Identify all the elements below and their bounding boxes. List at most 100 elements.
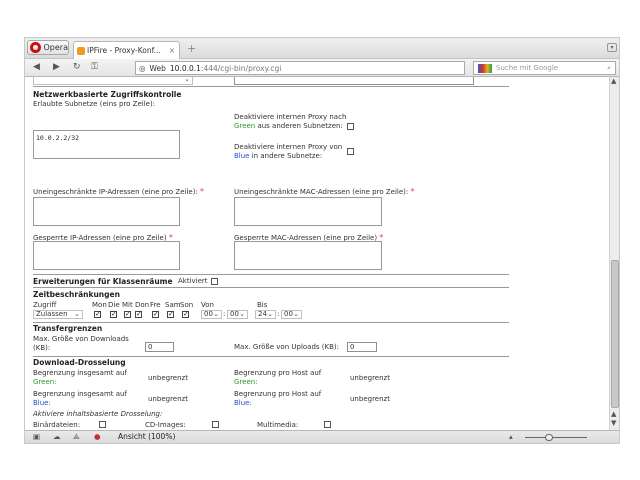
day-die-label: Die [108, 301, 120, 309]
ipfire-favicon-icon [77, 46, 85, 55]
search-field[interactable]: Suche mit Google ⌕ [473, 61, 616, 75]
binaries-checkbox[interactable] [99, 421, 106, 428]
reload-icon[interactable]: ↻ [73, 62, 81, 72]
to-hour-select[interactable]: 24 ⌄ [255, 310, 276, 319]
zoom-label[interactable]: Ansicht (100%) [118, 432, 175, 441]
access-select[interactable]: Zulassen ⌄ [33, 310, 83, 319]
transfer-section-title: Transfergrenzen [33, 324, 103, 333]
disable-blue-checkbox[interactable] [347, 148, 354, 155]
unite-icon[interactable]: ⟁ [73, 432, 80, 442]
blocked-ip-textarea[interactable] [33, 241, 180, 270]
unrestricted-ip-textarea[interactable] [33, 197, 180, 226]
day-sam-checkbox[interactable]: ✓ [167, 311, 174, 318]
time-section-title: Zeitbeschränkungen [33, 290, 120, 299]
throttle-green-host-label: Begrenzung pro Host auf Green: [234, 369, 322, 386]
google-search-engine-icon[interactable] [478, 63, 492, 73]
opera-logo-icon [30, 42, 41, 53]
cd-images-checkbox[interactable] [212, 421, 219, 428]
unrestricted-ip-label: Uneingeschränkte IP-Adressen (eine pro Z… [33, 187, 205, 196]
to-hour-value: 24 [258, 310, 267, 318]
multimedia-checkbox[interactable] [324, 421, 331, 428]
subnets-value: 10.0.2.2/32 [36, 134, 80, 142]
address-prefix: Web [149, 63, 166, 73]
upload-limit-input[interactable]: 0 [347, 342, 377, 352]
network-section-title: Netzwerkbasierte Zugriffskontrolle [33, 90, 182, 99]
scroll-up-icon[interactable]: ▲ [611, 77, 616, 85]
forward-icon[interactable]: ▶ [53, 62, 60, 72]
throttle-blue-total-select[interactable]: unbegrenzt⌄ [145, 395, 196, 404]
zoom-slider-handle[interactable] [545, 434, 553, 441]
throttle-blue-host-value: unbegrenzt [350, 395, 390, 403]
download-limit-label: Max. Größe von Downloads (KB): [33, 335, 129, 352]
zoom-out-icon[interactable]: ▴ [509, 432, 513, 441]
throttle-blue-host-select[interactable]: unbegrenzt⌄ [347, 395, 398, 404]
tab-menu-icon[interactable]: ▾ [607, 43, 617, 52]
day-fre-label: Fre [150, 301, 161, 309]
zoom-slider[interactable] [525, 437, 587, 438]
key-icon[interactable]: ⚿ [91, 62, 98, 72]
top-partial-select[interactable]: ⌄ [33, 77, 193, 85]
from-label: Von [201, 301, 214, 309]
blocked-mac-textarea[interactable] [234, 241, 382, 270]
search-icon[interactable]: ⌕ [607, 64, 611, 73]
vertical-scrollbar[interactable]: ▲ ▲ ▼ [609, 77, 619, 430]
throttle-green-host-value: unbegrenzt [350, 374, 390, 382]
new-tab-icon[interactable]: + [187, 42, 196, 55]
binaries-label: Binärdateien: [33, 421, 81, 429]
tab-bar: Opera IPFire - Proxy-Konf... × + ▾ [25, 38, 619, 59]
day-don-label: Don [135, 301, 150, 309]
to-label: Bis [257, 301, 268, 309]
back-icon[interactable]: ◀ [33, 62, 40, 72]
address-path: :444/cgi-bin/proxy.cgi [200, 63, 282, 73]
content-throttle-label: Aktiviere inhaltsbasierte Drosselung: [33, 410, 163, 418]
day-sam-label: Sam [165, 301, 181, 309]
to-minute-value: 00 [284, 310, 293, 318]
from-minute-select[interactable]: 00 ⌄ [227, 310, 248, 319]
day-fre-checkbox[interactable]: ✓ [152, 311, 159, 318]
search-placeholder: Suche mit Google [496, 64, 559, 72]
scroll-page-up-icon[interactable]: ▲ [611, 410, 616, 418]
tab-close-icon[interactable]: × [169, 46, 175, 55]
from-hour-select[interactable]: 00 ⌄ [201, 310, 222, 319]
cd-images-label: CD-Images: [145, 421, 186, 429]
section-divider [33, 274, 509, 275]
opera-menu-label: Opera [43, 43, 69, 52]
subnets-textarea[interactable]: 10.0.2.2/32 [33, 130, 180, 159]
day-mon-label: Mon [92, 301, 107, 309]
top-partial-input[interactable] [234, 77, 474, 85]
scrollbar-thumb[interactable] [611, 260, 619, 408]
day-don-checkbox[interactable]: ✓ [135, 311, 142, 318]
day-die-checkbox[interactable]: ✓ [110, 311, 117, 318]
throttle-blue-host-label: Begrenzung pro Host auf Blue: [234, 390, 322, 407]
classroom-activated-checkbox[interactable] [211, 278, 218, 285]
section-divider [33, 356, 509, 357]
upload-limit-label: Max. Größe von Uploads (KB): [234, 343, 339, 351]
section-divider [33, 287, 509, 288]
opera-status-icon[interactable]: ● [94, 432, 101, 441]
throttle-green-host-select[interactable]: unbegrenzt⌄ [347, 374, 398, 383]
opera-menu-button[interactable]: Opera [27, 40, 69, 55]
status-bar: ▣ ☁ ⟁ ● Ansicht (100%) ▴ [25, 430, 619, 443]
unrestricted-mac-textarea[interactable] [234, 197, 382, 226]
throttle-green-total-label: Begrenzung insgesamt auf Green: [33, 369, 127, 386]
throttle-section-title: Download-Drosselung [33, 358, 126, 367]
section-divider [33, 86, 509, 87]
browser-window: Opera IPFire - Proxy-Konf... × + ▾ ◀ ▶ ↻… [24, 37, 620, 444]
day-mit-checkbox[interactable]: ✓ [124, 311, 131, 318]
page-content: ⌄ Netzwerkbasierte Zugriffskontrolle Erl… [25, 77, 609, 430]
turbo-cloud-icon[interactable]: ☁ [53, 432, 61, 441]
download-limit-input[interactable]: 0 [145, 342, 174, 352]
day-mon-checkbox[interactable]: ✓ [94, 311, 101, 318]
throttle-green-total-select[interactable]: unbegrenzt⌄ [145, 374, 196, 383]
tab-title: IPFire - Proxy-Konf... [87, 46, 161, 55]
tab-ipfire-proxy[interactable]: IPFire - Proxy-Konf... × [73, 41, 180, 59]
panel-toggle-icon[interactable]: ▣ [33, 432, 40, 441]
upload-limit-value: 0 [350, 343, 355, 351]
day-son-checkbox[interactable]: ✓ [182, 311, 189, 318]
web-globe-icon: ◎ [139, 63, 146, 73]
disable-green-checkbox[interactable] [347, 123, 354, 130]
address-field[interactable]: ◎ Web 10.0.0.1:444/cgi-bin/proxy.cgi [135, 61, 465, 75]
to-minute-select[interactable]: 00 ⌄ [281, 310, 302, 319]
scroll-down-icon[interactable]: ▼ [611, 419, 616, 427]
disable-blue-label: Deaktiviere internen Proxy von Blue in a… [234, 143, 343, 160]
